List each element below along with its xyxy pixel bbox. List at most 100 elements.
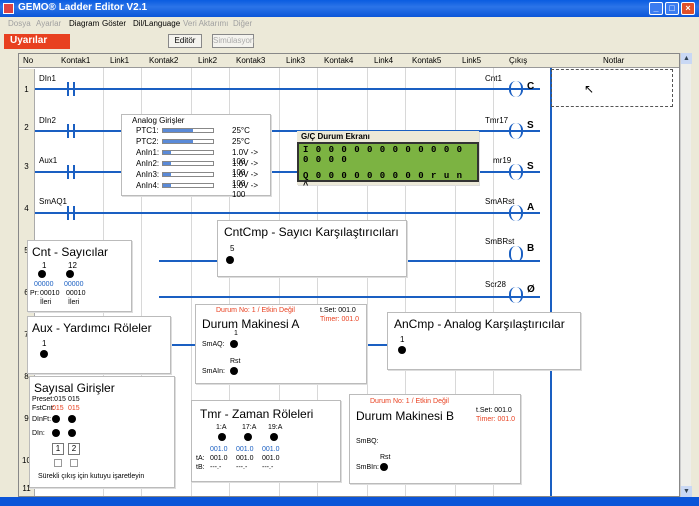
mouse-cursor-icon: ↖ [584,82,595,96]
row-number: 2 [19,107,35,146]
dig-preset: 015 [68,396,80,403]
menu-language[interactable]: Dil/Language [133,19,180,28]
header-link3: Link3 [286,56,306,65]
coil-cnt1[interactable] [509,81,523,97]
ancmp-number: 1 [400,335,405,344]
menu-view[interactable]: Göster [102,19,126,28]
sma-in-label: SmAIn: [202,368,225,375]
scroll-down-icon[interactable]: ▼ [681,486,692,497]
smb-timer: Timer: 001.0 [476,416,516,423]
ladder-grid[interactable]: No Kontak1 Link1 Kontak2 Link2 Kontak3 L… [18,53,680,497]
counter-compare-panel[interactable]: CntCmp - Sayıcı Karşılaştırıcıları 5 [217,220,407,277]
coil-label: SmARst [485,197,515,206]
toolbar [0,31,699,52]
ancmp-title: AnCmp - Analog Karşılaştırıcılar [394,317,565,331]
sma-q-indicator [230,340,238,348]
alarm-button[interactable]: Uyarılar [4,34,70,49]
contact-label: Aux1 [39,156,58,165]
coil-smbrst[interactable] [509,246,523,262]
dig-fst-value: 015 [68,405,80,412]
coil-mr19[interactable] [509,164,523,180]
continuous-checkbox-1[interactable] [54,459,62,467]
ancmp-indicator [398,346,406,354]
analog-row-value: 25°C [232,137,250,146]
screen-coil-icon: Ø [527,284,535,295]
coil-tmr17[interactable] [509,123,523,139]
notes-cell[interactable]: ↖ [551,69,673,107]
timer-value: 001.0 [236,446,254,453]
continuous-checkbox-2[interactable] [70,459,78,467]
anin4-slider[interactable] [162,183,214,188]
dig-note: Sürekli çıkış için kutuyu işaretleyin [38,473,145,480]
analog-compare-panel[interactable]: AnCmp - Analog Karşılaştırıcılar 1 [387,312,581,370]
coil-label: mr19 [493,156,512,165]
contact-din2[interactable] [67,124,75,138]
scroll-up-icon[interactable]: ▲ [681,53,692,64]
io-title: G/Ç Durum Ekranı [301,132,370,141]
menu-diagram[interactable]: Diagram [69,19,99,28]
dig-indicator [52,415,60,423]
contact-label: DIn1 [39,74,56,83]
sma-tset: t.Set: 001.0 [320,307,356,314]
menu-other[interactable]: Diğer [233,19,252,28]
menu-file[interactable]: Dosya [8,19,31,28]
aux-title: Aux - Yardımcı Röleler [32,321,152,335]
state-machine-b-panel[interactable]: Durum No: 1 / Etkin Değil Durum Makinesi… [349,394,521,484]
maximize-button[interactable]: □ [665,2,679,15]
timer-tb-value: ---.- [236,464,248,471]
row-number: 1 [19,69,35,107]
menu-settings[interactable]: Ayarlar [36,19,61,28]
cnt-title: Cnt - Sayıcılar [32,245,109,259]
timer-coil-icon: S [527,161,534,172]
sma-title: Durum Makinesi A [202,317,300,331]
counter-value: 00000 [64,281,84,288]
timer-header: 17:A [242,424,257,431]
analog-row-value: 1.0V -> 100 [232,181,259,199]
state-machine-a-panel[interactable]: Durum No: 1 / Etkin Değil Durum Makinesi… [195,304,367,384]
simulation-button[interactable]: Simülasyon [212,34,254,48]
input-1-button[interactable]: 1 [52,443,64,455]
aux-indicator [40,350,48,358]
editor-button[interactable]: Editör [168,34,202,48]
timer-ta-value: 001.0 [262,455,280,462]
ptc1-slider[interactable] [162,128,214,133]
contact-din1[interactable] [67,82,75,96]
counter-number: 1 [42,261,47,270]
app-icon [3,3,14,14]
header-kontak1: Kontak1 [61,56,91,65]
analog-row-value: 25°C [232,126,250,135]
timer-relays-panel[interactable]: Tmr - Zaman Röleleri 1:A 17:A 19:A 001.0… [191,400,341,482]
anin3-slider[interactable] [162,172,214,177]
counter-preset: 00010 [66,290,86,297]
dig-preset: Preset:015 [32,396,66,403]
smb-rst-label: Rst [380,454,391,461]
menu-bar: Dosya Ayarlar Diagram Göster Dil/Languag… [0,17,699,31]
coil-label: Cnt1 [485,74,502,83]
analog-inputs-panel[interactable]: Analog Girişler PTC1: 25°C PTC2: 25°C An… [121,114,271,199]
vertical-scrollbar[interactable]: ▲ ▼ [680,53,692,497]
input-2-button[interactable]: 2 [68,443,80,455]
coil-scr28[interactable] [509,287,523,303]
aux-relays-panel[interactable]: Aux - Yardımcı Röleler 1 [27,316,171,374]
analog-row-label: AnIn2: [136,159,160,168]
counter-preset: 00010 [40,290,60,297]
menu-data-transfer[interactable]: Veri Aktarımı [183,19,228,28]
analog-title: Analog Girişler [132,116,185,125]
counter-value: 00000 [34,281,54,288]
ptc2-slider[interactable] [162,139,214,144]
window-bottom-border [0,497,699,506]
digital-inputs-panel[interactable]: Sayısal Girişler Preset:015 015 FstCnt: … [29,376,175,488]
counter-number: 12 [68,261,77,270]
grid-header: No Kontak1 Link1 Kontak2 Link2 Kontak3 L… [19,54,679,68]
minimize-button[interactable]: _ [649,2,663,15]
contact-aux1[interactable] [67,165,75,179]
anin2-slider[interactable] [162,161,214,166]
row-number: 3 [19,146,35,188]
smb-q-label: SmBQ: [356,438,379,445]
contact-smaq1[interactable] [67,206,75,220]
close-button[interactable]: × [681,2,695,15]
anin1-slider[interactable] [162,150,214,155]
io-status-panel: G/Ç Durum Ekranı I 0 0 0 0 0 0 0 0 0 0 0… [297,131,479,191]
counters-panel[interactable]: Cnt - Sayıcılar 1 12 00000 00000 Pr: 000… [27,240,132,312]
coil-smarst[interactable] [509,205,523,221]
